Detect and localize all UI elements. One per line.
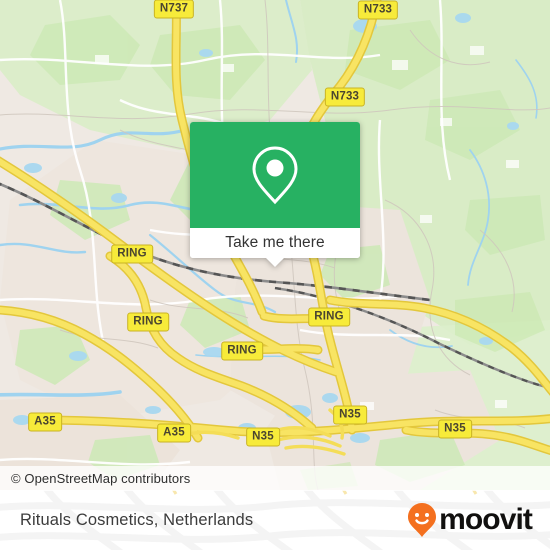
road-shield-label: RING (111, 244, 153, 264)
moovit-brand[interactable]: moovit (407, 490, 533, 550)
page-footer: Rituals Cosmetics, Netherlands moovit (0, 490, 550, 550)
callout-icon-area (190, 122, 360, 228)
road-shield-label: RING (308, 307, 350, 327)
road-shield-label: N733 (357, 0, 399, 20)
map-attribution-bar: © OpenStreetMap contributors (0, 466, 550, 491)
location-title: Rituals Cosmetics, Netherlands (20, 510, 254, 529)
road-shield-label: N35 (246, 427, 280, 447)
road-shield-label: N737 (153, 0, 195, 19)
take-me-there-callout[interactable]: Take me there (190, 122, 360, 267)
map-pin-icon (252, 146, 298, 205)
road-shield-label: RING (127, 312, 169, 332)
road-shield-label: N733 (324, 87, 366, 107)
road-shield-label: A35 (28, 412, 62, 432)
callout-pointer-tail (265, 257, 285, 267)
callout-cta-label: Take me there (225, 234, 325, 251)
road-shield-label: N35 (438, 419, 472, 439)
road-shield-label: RING (221, 341, 263, 361)
moovit-location-page: N737 N733 N733 RING RING RING RING A35 A… (0, 0, 550, 550)
road-shield-label: N35 (333, 405, 367, 425)
road-shield-label: A35 (157, 423, 191, 443)
attribution-text[interactable]: © OpenStreetMap contributors (11, 471, 190, 486)
callout-cta[interactable]: Take me there (190, 228, 360, 258)
moovit-pin-smiley-icon (408, 503, 437, 537)
callout-inner: Take me there (190, 122, 360, 258)
moovit-wordmark: moovit (439, 503, 533, 536)
